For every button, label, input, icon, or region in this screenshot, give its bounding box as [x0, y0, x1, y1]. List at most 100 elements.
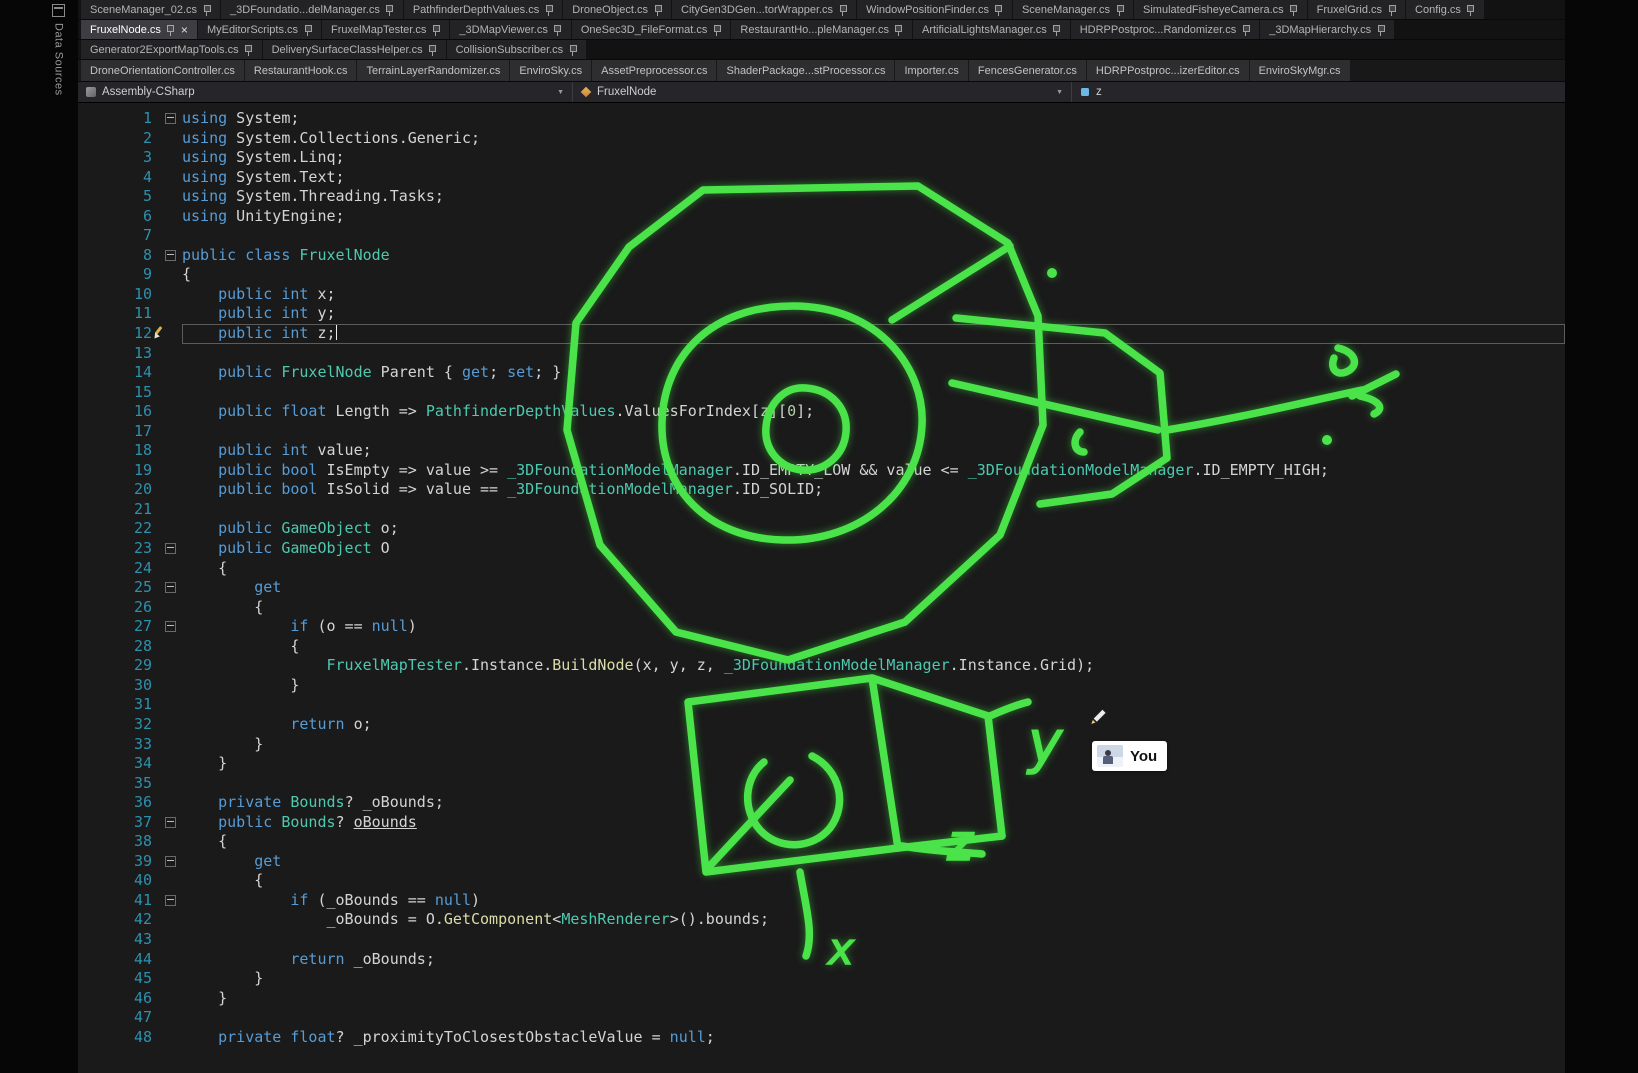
- pin-icon[interactable]: [653, 4, 662, 16]
- code-line[interactable]: 28 {: [78, 637, 1565, 657]
- collapse-icon[interactable]: [165, 250, 176, 261]
- editor-tab[interactable]: SimulatedFisheyeCamera.cs: [1134, 0, 1307, 19]
- pin-icon[interactable]: [428, 44, 437, 56]
- code-line[interactable]: 1using System;: [78, 109, 1565, 129]
- fold-gutter[interactable]: [158, 578, 182, 598]
- editor-tab[interactable]: HDRPPostproc...izerEditor.cs: [1087, 60, 1249, 81]
- pin-icon[interactable]: [202, 4, 211, 16]
- fold-gutter[interactable]: [158, 852, 182, 872]
- line-number[interactable]: 30: [78, 676, 158, 696]
- fold-gutter[interactable]: [158, 617, 182, 637]
- line-number[interactable]: 25: [78, 578, 158, 598]
- code-line[interactable]: 30 }: [78, 676, 1565, 696]
- pin-icon[interactable]: [431, 24, 440, 36]
- line-number[interactable]: 43: [78, 930, 158, 950]
- line-number[interactable]: 26: [78, 598, 158, 618]
- code-line[interactable]: 41 if (_oBounds == null): [78, 891, 1565, 911]
- line-number[interactable]: 42: [78, 910, 158, 930]
- code-line[interactable]: 8public class FruxelNode: [78, 246, 1565, 266]
- line-number[interactable]: 27: [78, 617, 158, 637]
- code-line[interactable]: 3using System.Linq;: [78, 148, 1565, 168]
- line-number[interactable]: 35: [78, 774, 158, 794]
- pin-icon[interactable]: [553, 24, 562, 36]
- line-number[interactable]: 11: [78, 304, 158, 324]
- line-number[interactable]: 21: [78, 500, 158, 520]
- code-line[interactable]: 31: [78, 695, 1565, 715]
- code-line[interactable]: 9{: [78, 265, 1565, 285]
- code-line[interactable]: 42 _oBounds = O.GetComponent<MeshRendere…: [78, 910, 1565, 930]
- line-number[interactable]: 17: [78, 422, 158, 442]
- editor-tab[interactable]: SceneManager_02.cs: [81, 0, 220, 19]
- pin-icon[interactable]: [1115, 4, 1124, 16]
- line-number[interactable]: 40: [78, 871, 158, 891]
- editor-tab[interactable]: Config.cs: [1406, 0, 1484, 19]
- editor-tab[interactable]: EnviroSky.cs: [510, 60, 591, 81]
- line-number[interactable]: 4: [78, 168, 158, 188]
- code-line[interactable]: 11 public int y;: [78, 304, 1565, 324]
- editor-tab[interactable]: PathfinderDepthValues.cs: [404, 0, 562, 19]
- code-line[interactable]: 15: [78, 383, 1565, 403]
- line-number[interactable]: 2: [78, 129, 158, 149]
- line-number[interactable]: 44: [78, 950, 158, 970]
- editor-tab[interactable]: _3DMapHierarchy.cs: [1260, 20, 1394, 39]
- code-line[interactable]: 43: [78, 930, 1565, 950]
- collapse-icon[interactable]: [165, 543, 176, 554]
- editor-tab[interactable]: FruxelNode.cs×: [81, 20, 197, 39]
- code-area[interactable]: 1using System;2using System.Collections.…: [78, 103, 1565, 1073]
- editor-tab[interactable]: CollisionSubscriber.cs: [447, 40, 587, 59]
- code-line[interactable]: 14 public FruxelNode Parent { get; set; …: [78, 363, 1565, 383]
- code-line[interactable]: 12 public int z;: [78, 324, 1565, 344]
- collapse-icon[interactable]: [165, 856, 176, 867]
- code-line[interactable]: 16 public float Length => PathfinderDept…: [78, 402, 1565, 422]
- code-line[interactable]: 22 public GameObject o;: [78, 519, 1565, 539]
- pin-icon[interactable]: [385, 4, 394, 16]
- line-number[interactable]: 23: [78, 539, 158, 559]
- editor-tab[interactable]: FruxelGrid.cs: [1308, 0, 1405, 19]
- line-number[interactable]: 32: [78, 715, 158, 735]
- pin-icon[interactable]: [303, 24, 312, 36]
- collapse-icon[interactable]: [165, 895, 176, 906]
- code-line[interactable]: 7: [78, 226, 1565, 246]
- fold-gutter[interactable]: [158, 109, 182, 129]
- collapse-icon[interactable]: [165, 817, 176, 828]
- code-line[interactable]: 2using System.Collections.Generic;: [78, 129, 1565, 149]
- editor-tab[interactable]: Generator2ExportMapTools.cs: [81, 40, 262, 59]
- editor-tab[interactable]: CityGen3DGen...torWrapper.cs: [672, 0, 856, 19]
- line-number[interactable]: 18: [78, 441, 158, 461]
- editor-tab[interactable]: EnviroSkyMgr.cs: [1250, 60, 1350, 81]
- line-number[interactable]: 38: [78, 832, 158, 852]
- project-dropdown[interactable]: Assembly-CSharp ▼: [78, 82, 573, 102]
- code-line[interactable]: 26 {: [78, 598, 1565, 618]
- line-number[interactable]: 14: [78, 363, 158, 383]
- code-line[interactable]: 6using UnityEngine;: [78, 207, 1565, 227]
- code-line[interactable]: 39 get: [78, 852, 1565, 872]
- line-number[interactable]: 24: [78, 559, 158, 579]
- editor-tab[interactable]: ArtificialLightsManager.cs: [913, 20, 1070, 39]
- editor-tab[interactable]: DroneOrientationController.cs: [81, 60, 244, 81]
- line-number[interactable]: 10: [78, 285, 158, 305]
- code-line[interactable]: 17: [78, 422, 1565, 442]
- line-number[interactable]: 33: [78, 735, 158, 755]
- fold-gutter[interactable]: [158, 246, 182, 266]
- pin-icon[interactable]: [712, 24, 721, 36]
- line-number[interactable]: 34: [78, 754, 158, 774]
- pin-icon[interactable]: [1466, 4, 1475, 16]
- line-number[interactable]: 20: [78, 480, 158, 500]
- code-line[interactable]: 46 }: [78, 989, 1565, 1009]
- editor-tab[interactable]: DroneObject.cs: [563, 0, 671, 19]
- editor-tab[interactable]: Importer.cs: [895, 60, 967, 81]
- line-number[interactable]: 45: [78, 969, 158, 989]
- fold-gutter[interactable]: [158, 539, 182, 559]
- code-line[interactable]: 37 public Bounds? oBounds: [78, 813, 1565, 833]
- editor-tab[interactable]: SceneManager.cs: [1013, 0, 1133, 19]
- editor-tab[interactable]: ShaderPackage...stProcessor.cs: [717, 60, 894, 81]
- editor-tab[interactable]: WindowPositionFinder.cs: [857, 0, 1012, 19]
- type-dropdown[interactable]: FruxelNode ▼: [573, 82, 1072, 102]
- line-number[interactable]: 37: [78, 813, 158, 833]
- line-number[interactable]: 19: [78, 461, 158, 481]
- code-line[interactable]: 19 public bool IsEmpty => value >= _3DFo…: [78, 461, 1565, 481]
- code-line[interactable]: 33 }: [78, 735, 1565, 755]
- line-number[interactable]: 47: [78, 1008, 158, 1028]
- line-number[interactable]: 12: [78, 324, 158, 344]
- code-line[interactable]: 5using System.Threading.Tasks;: [78, 187, 1565, 207]
